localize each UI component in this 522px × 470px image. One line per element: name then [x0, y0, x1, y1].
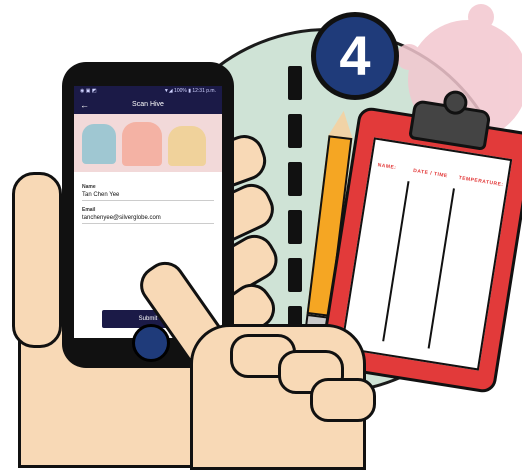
person-figure	[168, 126, 206, 166]
dash	[288, 210, 302, 244]
status-bar: ◉ ▣ ◩ ▼◢ 100% ▮ 12:31 p.m.	[74, 86, 222, 96]
name-field[interactable]: Tan Chen Yee	[82, 190, 214, 201]
right-finger	[310, 378, 376, 422]
column-divider	[382, 181, 410, 342]
back-arrow-icon[interactable]: ←	[80, 96, 94, 114]
left-thumb	[12, 172, 62, 348]
right-hand	[132, 254, 380, 470]
column-header-name: NAME:	[377, 162, 397, 172]
column-header-temperature: TEMPERATURE:	[458, 175, 504, 189]
email-field[interactable]: tanchenyee@silverglobe.com	[82, 213, 214, 224]
person-figure	[122, 122, 162, 166]
app-bar: ← Scan Hive	[74, 96, 222, 114]
column-header-datetime: DATE / TIME	[412, 167, 449, 180]
person-figure	[82, 124, 116, 164]
checkin-form: Name Tan Chen Yee Email tanchenyee@silve…	[74, 172, 222, 230]
status-icons-right: ▼◢ 100% ▮ 12:31 p.m.	[163, 88, 216, 94]
column-divider	[427, 188, 455, 349]
dash	[288, 66, 302, 100]
pencil-tip	[328, 109, 356, 139]
app-title: Scan Hive	[132, 101, 164, 108]
dash	[288, 114, 302, 148]
hero-illustration	[74, 114, 222, 172]
step-number-badge: 4	[311, 12, 399, 100]
illustration: 4 NAME: DATE / TIME TEMPERATURE: ◉ ▣ ◩ ▼…	[0, 0, 522, 470]
status-icons-left: ◉ ▣ ◩	[80, 88, 97, 94]
dash	[288, 162, 302, 196]
